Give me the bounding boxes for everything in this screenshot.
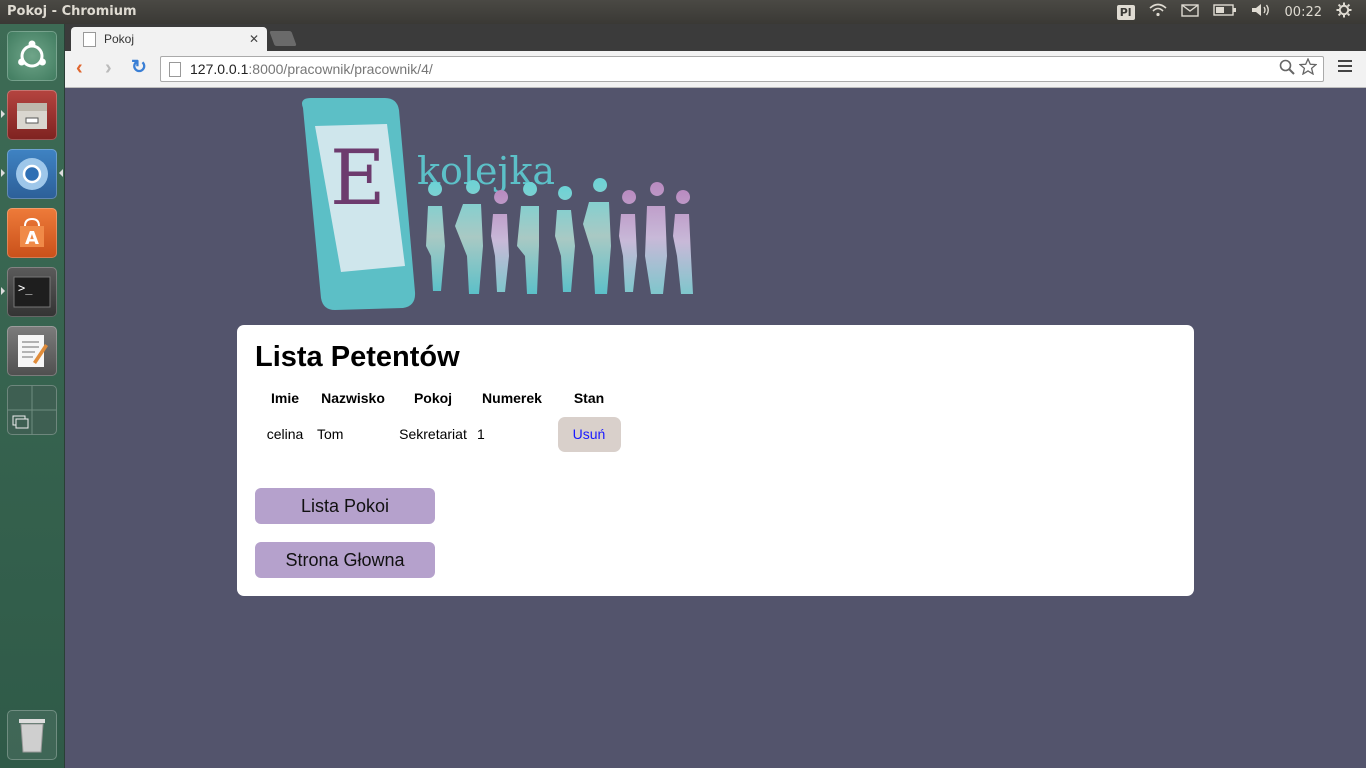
back-button-icon[interactable]: ‹ bbox=[76, 57, 83, 79]
cell-pokoj: Sekretariat bbox=[399, 426, 467, 442]
cell-numerek: 1 bbox=[477, 426, 485, 442]
logo-letter: E bbox=[330, 133, 385, 222]
files-icon[interactable] bbox=[7, 90, 57, 140]
volume-icon[interactable] bbox=[1251, 3, 1271, 21]
column-header-imie: Imie bbox=[270, 390, 299, 406]
page-favicon-icon bbox=[83, 31, 96, 47]
home-page-button[interactable]: Strona Głowna bbox=[255, 542, 435, 578]
url-host: 127.0.0.1 bbox=[190, 61, 249, 77]
address-bar[interactable]: 127.0.0.1:8000/pracownik/pracownik/4/ bbox=[160, 56, 1324, 82]
running-indicator bbox=[1, 169, 5, 177]
svg-text:>_: >_ bbox=[18, 281, 33, 295]
page-viewport: E kolejka Lista Petentów Imie Nazwisko P… bbox=[65, 88, 1366, 768]
system-top-bar: Pokoj - Chromium Pl 00:22 bbox=[0, 0, 1366, 24]
system-tray: Pl 00:22 bbox=[1116, 0, 1366, 24]
column-header-numerek: Numerek bbox=[482, 390, 542, 406]
terminal-icon[interactable]: >_ bbox=[7, 267, 57, 317]
page-info-icon[interactable] bbox=[169, 61, 181, 77]
cell-imie: celina bbox=[266, 426, 304, 442]
column-header-pokoj: Pokoj bbox=[413, 390, 453, 406]
room-list-button[interactable]: Lista Pokoi bbox=[255, 488, 435, 524]
software-center-icon[interactable]: A bbox=[7, 208, 57, 258]
reload-button-icon[interactable]: ↻ bbox=[131, 57, 147, 79]
column-header-nazwisko: Nazwisko bbox=[321, 390, 385, 406]
text-editor-icon[interactable] bbox=[7, 326, 57, 376]
window-title: Pokoj - Chromium bbox=[7, 4, 137, 19]
ubuntu-dash-icon[interactable] bbox=[7, 31, 57, 81]
ekolejka-logo: E kolejka bbox=[295, 96, 695, 311]
svg-text:A: A bbox=[25, 228, 39, 249]
chromium-icon[interactable] bbox=[7, 149, 57, 199]
wifi-icon[interactable] bbox=[1149, 3, 1167, 21]
running-indicator bbox=[1, 287, 5, 295]
tab-strip: Pokoj ✕ bbox=[65, 24, 1366, 51]
launcher: A >_ bbox=[0, 24, 65, 768]
workspace-switcher-icon[interactable] bbox=[7, 385, 57, 435]
close-tab-icon[interactable]: ✕ bbox=[249, 32, 259, 46]
trash-icon[interactable] bbox=[7, 710, 57, 760]
queue-people-illustration bbox=[426, 178, 693, 294]
new-tab-button[interactable] bbox=[269, 31, 297, 46]
tab-title: Pokoj bbox=[104, 32, 135, 46]
forward-button-icon[interactable]: › bbox=[105, 57, 112, 79]
table-header-row: Imie Nazwisko Pokoj Numerek Stan bbox=[255, 383, 629, 408]
zoom-icon[interactable] bbox=[1279, 59, 1299, 79]
url-path: :8000/pracownik/pracownik/4/ bbox=[248, 61, 433, 77]
mail-icon[interactable] bbox=[1180, 3, 1199, 21]
bookmark-star-icon[interactable] bbox=[1298, 57, 1318, 79]
patients-table: Imie Nazwisko Pokoj Numerek Stan celina … bbox=[253, 383, 631, 460]
browser-menu-icon[interactable] bbox=[1338, 60, 1352, 75]
omnibox-actions bbox=[1279, 57, 1318, 80]
patients-card: Lista Petentów Imie Nazwisko Pokoj Numer… bbox=[237, 325, 1194, 596]
cell-nazwisko: Tom bbox=[317, 426, 344, 442]
settings-gear-icon[interactable] bbox=[1336, 2, 1352, 22]
clock[interactable]: 00:22 bbox=[1285, 5, 1322, 20]
browser-toolbar: ‹ › ↻ 127.0.0.1:8000/pracownik/pracownik… bbox=[65, 51, 1366, 88]
delete-button[interactable]: Usuń bbox=[557, 416, 621, 452]
column-header-stan: Stan bbox=[573, 390, 605, 406]
table-row: celina Tom Sekretariat 1 Usuń bbox=[255, 408, 629, 460]
active-indicator bbox=[59, 169, 63, 177]
page-title: Lista Petentów bbox=[255, 341, 460, 373]
cell-stan: Usuń bbox=[549, 408, 629, 460]
running-indicator bbox=[1, 110, 5, 118]
battery-icon[interactable] bbox=[1212, 4, 1237, 20]
keyboard-layout-icon[interactable]: Pl bbox=[1116, 4, 1135, 20]
tab-pokoj[interactable]: Pokoj ✕ bbox=[71, 27, 267, 51]
